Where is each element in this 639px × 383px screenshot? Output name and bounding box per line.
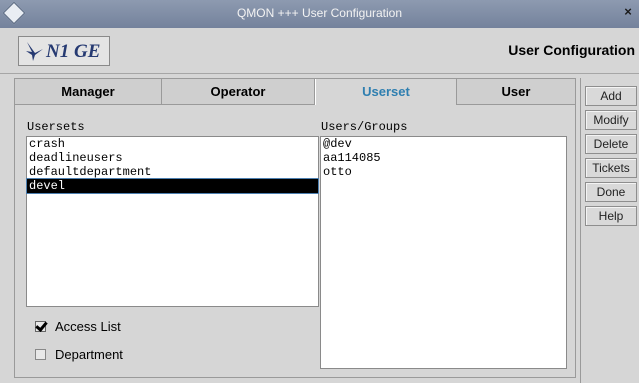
- sun-bird-icon: [26, 42, 43, 61]
- delete-button[interactable]: Delete: [585, 134, 637, 154]
- users-groups-list[interactable]: @dev aa114085 otto: [320, 136, 567, 369]
- access-list-checkbox[interactable]: Access List: [35, 319, 121, 334]
- tab-manager-label: Manager: [61, 84, 115, 99]
- tab-user[interactable]: User: [457, 79, 575, 105]
- tab-user-label: User: [501, 84, 531, 99]
- modify-button[interactable]: Modify: [585, 110, 637, 130]
- list-item-selected[interactable]: devel: [26, 178, 319, 194]
- list-item[interactable]: deadlineusers: [27, 151, 318, 165]
- tab-userset-label: Userset: [362, 84, 410, 99]
- close-icon[interactable]: ×: [621, 5, 635, 19]
- users-groups-label: Users/Groups: [321, 120, 408, 134]
- action-sidebar: Add Modify Delete Tickets Done Help: [580, 78, 639, 383]
- window-title: QMON +++ User Configuration: [236, 6, 403, 20]
- usersets-list[interactable]: crash deadlineusers defaultdepartment de…: [26, 136, 319, 307]
- logo-text: N1 GE: [46, 41, 101, 62]
- help-button[interactable]: Help: [585, 206, 637, 226]
- checkbox-unchecked-icon: [35, 349, 46, 360]
- done-button[interactable]: Done: [585, 182, 637, 202]
- userset-panel: Manager Operator Userset User Usersets c…: [14, 78, 576, 378]
- department-label: Department: [55, 347, 123, 362]
- dialog-header: N1 GE User Configuration: [0, 28, 639, 74]
- tab-operator[interactable]: Operator: [162, 79, 315, 105]
- list-item[interactable]: @dev: [321, 137, 566, 151]
- page-title: User Configuration: [508, 42, 635, 58]
- list-item[interactable]: defaultdepartment: [27, 165, 318, 179]
- department-checkbox[interactable]: Department: [35, 347, 123, 362]
- tab-operator-label: Operator: [210, 84, 266, 99]
- tab-manager[interactable]: Manager: [15, 79, 162, 105]
- tab-userset[interactable]: Userset: [315, 79, 457, 105]
- window-titlebar[interactable]: QMON +++ User Configuration ×: [0, 0, 639, 28]
- access-list-label: Access List: [55, 319, 121, 334]
- checkbox-checked-icon: [35, 321, 46, 332]
- usersets-label: Usersets: [27, 120, 85, 134]
- n1ge-logo: N1 GE: [18, 36, 110, 66]
- list-item[interactable]: crash: [27, 137, 318, 151]
- list-item[interactable]: otto: [321, 165, 566, 179]
- tickets-button[interactable]: Tickets: [585, 158, 637, 178]
- list-item[interactable]: aa114085: [321, 151, 566, 165]
- add-button[interactable]: Add: [585, 86, 637, 106]
